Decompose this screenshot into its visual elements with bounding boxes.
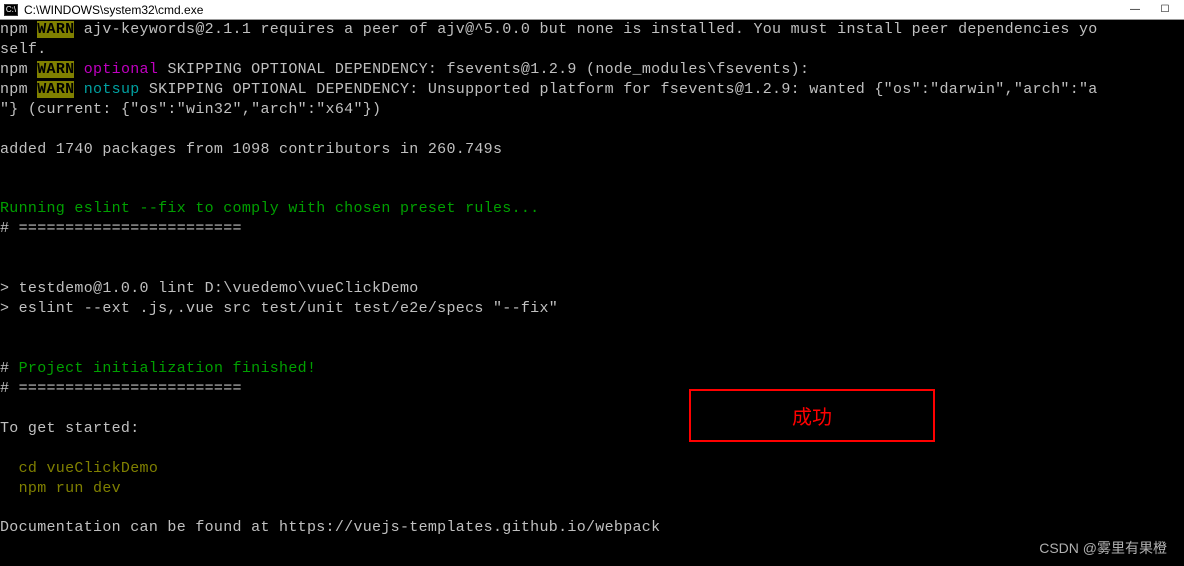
npm-prefix: npm bbox=[0, 81, 37, 98]
eslint-run-line: Running eslint --fix to comply with chos… bbox=[0, 200, 539, 217]
terminal-text: ajv-keywords@2.1.1 requires a peer of aj… bbox=[74, 21, 1097, 38]
optional-keyword: optional bbox=[74, 61, 158, 78]
script-line: > testdemo@1.0.0 lint D:\vuedemo\vueClic… bbox=[0, 280, 419, 297]
npm-prefix: npm bbox=[0, 21, 37, 38]
install-summary: added 1740 packages from 1098 contributo… bbox=[0, 141, 502, 158]
terminal-output[interactable]: npm WARN ajv-keywords@2.1.1 requires a p… bbox=[0, 20, 1184, 566]
notsup-keyword: notsup bbox=[74, 81, 139, 98]
window-controls: — ☐ bbox=[1120, 1, 1180, 19]
terminal-text: SKIPPING OPTIONAL DEPENDENCY: fsevents@1… bbox=[158, 61, 809, 78]
divider-line: # ======================== bbox=[0, 380, 242, 397]
cmd-suggestion: cd vueClickDemo bbox=[0, 460, 158, 477]
window-title-bar: C:\ C:\WINDOWS\system32\cmd.exe — ☐ bbox=[0, 0, 1184, 20]
hash-prefix: # bbox=[0, 360, 19, 377]
terminal-text: self. bbox=[0, 41, 47, 58]
get-started-line: To get started: bbox=[0, 420, 140, 437]
warn-badge: WARN bbox=[37, 81, 74, 98]
npm-prefix: npm bbox=[0, 61, 37, 78]
script-line: > eslint --ext .js,.vue src test/unit te… bbox=[0, 300, 558, 317]
cmd-icon: C:\ bbox=[4, 4, 18, 16]
minimize-button[interactable]: — bbox=[1120, 1, 1150, 19]
warn-badge: WARN bbox=[37, 61, 74, 78]
terminal-text: "} (current: {"os":"win32","arch":"x64"}… bbox=[0, 101, 381, 118]
cmd-suggestion: npm run dev bbox=[0, 480, 121, 497]
terminal-text: SKIPPING OPTIONAL DEPENDENCY: Unsupporte… bbox=[140, 81, 1098, 98]
docs-line: Documentation can be found at https://vu… bbox=[0, 519, 660, 536]
init-finished-line: Project initialization finished! bbox=[19, 360, 317, 377]
divider-line: # ======================== bbox=[0, 220, 242, 237]
warn-badge: WARN bbox=[37, 21, 74, 38]
window-title: C:\WINDOWS\system32\cmd.exe bbox=[24, 3, 203, 17]
maximize-button[interactable]: ☐ bbox=[1150, 1, 1180, 19]
